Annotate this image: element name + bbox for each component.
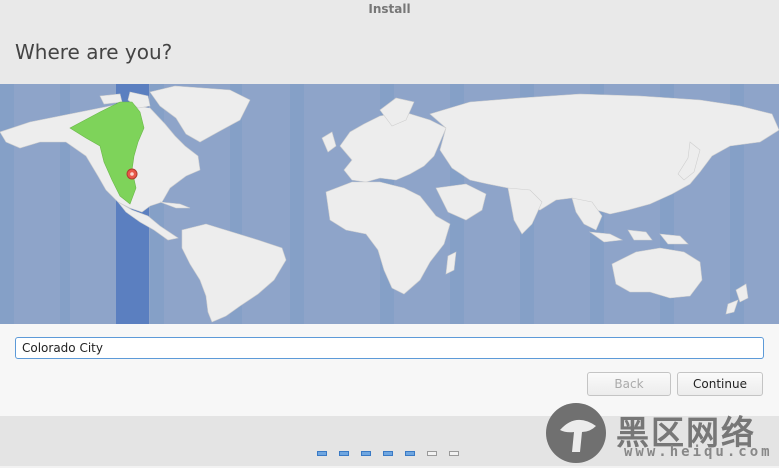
continue-button[interactable]: Continue <box>677 372 763 396</box>
page-header: Where are you? <box>0 18 779 84</box>
progress-step-3 <box>361 451 371 456</box>
progress-step-2 <box>339 451 349 456</box>
watermark: 黑区网络 www.heiqu.com <box>546 402 776 464</box>
progress-step-1 <box>317 451 327 456</box>
world-map[interactable] <box>0 84 779 324</box>
progress-step-7 <box>449 451 459 456</box>
back-button[interactable]: Back <box>587 372 671 396</box>
window-title-bar: Install <box>0 0 779 18</box>
progress-step-4 <box>383 451 393 456</box>
watermark-logo-icon <box>546 403 606 463</box>
watermark-url: www.heiqu.com <box>624 444 773 460</box>
timezone-map[interactable] <box>0 84 779 324</box>
location-input[interactable] <box>15 337 764 359</box>
location-pin-icon <box>126 168 138 180</box>
progress-step-5 <box>405 451 415 456</box>
page-title: Where are you? <box>15 40 173 64</box>
window-title: Install <box>368 2 411 16</box>
progress-step-6 <box>427 451 437 456</box>
